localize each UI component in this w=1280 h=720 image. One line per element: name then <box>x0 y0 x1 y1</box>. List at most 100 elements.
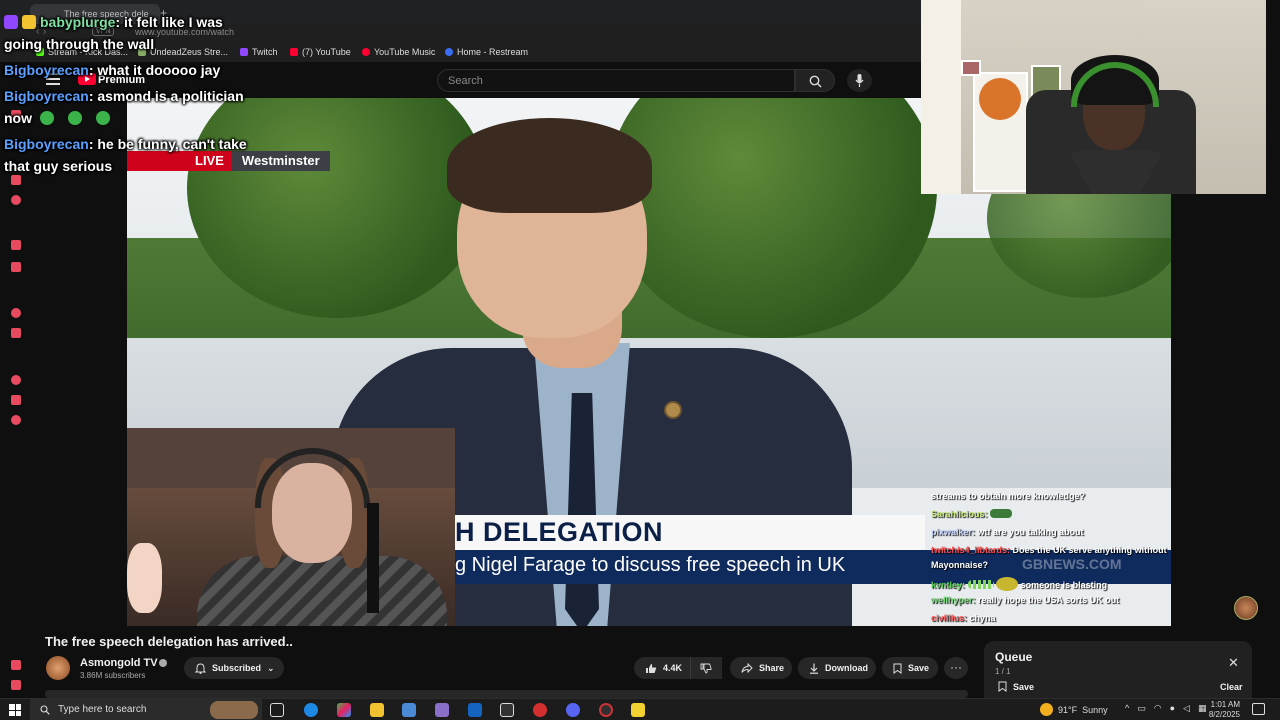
sidebar-icon[interactable] <box>11 395 21 405</box>
dislike-button[interactable] <box>690 657 722 679</box>
weather-widget[interactable]: 91°F Sunny <box>1040 703 1108 716</box>
emote-icon <box>96 111 110 125</box>
sun-icon <box>1040 703 1053 716</box>
verified-icon <box>159 659 167 667</box>
save-button[interactable]: Save <box>882 657 938 679</box>
opera-icon[interactable] <box>533 703 547 717</box>
file-explorer-icon[interactable] <box>370 703 384 717</box>
sidebar-icon[interactable] <box>11 680 21 690</box>
sidebar-icon[interactable] <box>11 375 21 385</box>
chat-message: going through the wall <box>4 36 155 52</box>
copilot-icon[interactable] <box>337 703 351 717</box>
search-highlight-image <box>210 701 258 719</box>
x-app-icon[interactable] <box>500 703 514 717</box>
chat-message: babyplurge: it felt like I was <box>4 11 223 33</box>
clock-time: 1:01 AM <box>1210 700 1240 709</box>
task-view-icon[interactable] <box>270 703 284 717</box>
badge-icon <box>22 15 36 29</box>
pepe-emote-icon <box>990 509 1013 518</box>
chat-message: wellhyper: really hope the USA sorts UK … <box>931 595 1120 605</box>
discord-icon[interactable] <box>566 703 580 717</box>
emote-icon <box>40 111 54 125</box>
edge-icon[interactable] <box>304 703 318 717</box>
network-icon[interactable]: ▭ <box>1137 703 1146 714</box>
sidebar-icon[interactable] <box>11 415 21 425</box>
close-icon[interactable]: ✕ <box>1228 655 1239 671</box>
badge-icon <box>4 15 18 29</box>
outlook-icon[interactable] <box>468 703 482 717</box>
sidebar-icon[interactable] <box>11 328 21 338</box>
channel-name[interactable]: Asmongold TV <box>80 657 158 669</box>
chat-message: Bigboyrecan: he be funny, can't take <box>4 136 247 152</box>
chat-message: twitchis4_libtards: Does the UK serve an… <box>931 545 1167 555</box>
emote-icon <box>68 111 82 125</box>
chat-message: kvntley: someone is blasting <box>931 577 1107 591</box>
news-headline: H DELEGATION <box>455 515 925 550</box>
share-button[interactable]: Share <box>730 657 792 679</box>
queue-save-button[interactable]: Save <box>998 681 1034 692</box>
chat-message: now <box>4 107 110 129</box>
notification-icon[interactable] <box>1252 703 1265 715</box>
poster-art <box>979 78 1021 120</box>
screen: The free speech dele + ‹ › VPN www.youtu… <box>0 0 1280 720</box>
queue-count: 1 / 1 <box>995 667 1011 676</box>
clock[interactable]: 1:01 AM 8/2/2025 <box>1200 700 1240 720</box>
chevron-down-icon: ⌄ <box>267 662 275 673</box>
chat-message: streams to obtain more knowledge? <box>931 491 1086 501</box>
asmongold-webcam <box>127 428 455 626</box>
sticky-notes-icon[interactable] <box>631 703 645 717</box>
bell-icon <box>195 662 206 674</box>
search-input[interactable]: Search <box>437 69 795 92</box>
streamer-webcam <box>921 0 1266 194</box>
queue-clear-button[interactable]: Clear <box>1220 682 1243 692</box>
sidebar-icon[interactable] <box>11 262 21 272</box>
download-icon <box>810 663 818 674</box>
bookmark-restream[interactable]: Home - Restream <box>445 47 528 57</box>
channel-watermark: GBNEWS.COM <box>1022 556 1122 572</box>
voice-search-button[interactable] <box>847 69 872 92</box>
channel-avatar[interactable] <box>46 656 70 680</box>
channel-avatar-watermark[interactable] <box>1234 596 1258 620</box>
bookmark-youtube[interactable]: (7) YouTube <box>290 47 351 57</box>
bookmark-twitch[interactable]: Twitch <box>240 47 278 57</box>
microphone-arm <box>367 503 379 613</box>
sidebar-icon[interactable] <box>11 308 21 318</box>
sidebar-icon[interactable] <box>11 195 21 205</box>
sidebar-icon[interactable] <box>11 660 21 670</box>
search-icon <box>809 75 822 88</box>
restream-icon <box>445 48 453 56</box>
video-title: The free speech delegation has arrived.. <box>45 634 293 649</box>
chat-message: Bigboyrecan: asmond is a politician <box>4 88 244 104</box>
store-icon[interactable] <box>402 703 416 717</box>
windows-start-icon[interactable] <box>9 704 21 716</box>
speaker-hair <box>447 118 652 213</box>
bookmark-youtube-music[interactable]: YouTube Music <box>362 47 435 57</box>
sidebar-icon[interactable] <box>11 240 21 250</box>
plush-toy <box>127 543 162 613</box>
search-button[interactable] <box>795 69 835 92</box>
webcam-sweater <box>197 556 447 626</box>
wifi-icon[interactable]: ◠ <box>1154 703 1162 714</box>
thumbs-up-icon <box>646 663 657 673</box>
youtube-music-icon <box>362 48 370 56</box>
blob-emote-icon <box>996 577 1019 591</box>
download-button[interactable]: Download <box>798 657 876 679</box>
bookmark-icon <box>893 663 902 674</box>
app-icon[interactable] <box>435 703 449 717</box>
youtube-icon <box>290 48 298 56</box>
description-panel-edge <box>45 690 968 698</box>
chat-message: Bigboyrecan: what it dooooo jay <box>4 62 221 78</box>
windows-taskbar: Type here to search 91°F Sunny ^ ▭ ◠ ● ◁… <box>0 698 1280 720</box>
search-icon <box>40 705 50 715</box>
obs-icon[interactable] <box>599 703 613 717</box>
clock-date: 8/2/2025 <box>1208 710 1240 719</box>
subscribed-button[interactable]: Subscribed ⌄ <box>184 657 284 679</box>
volume-icon[interactable]: ◁ <box>1183 703 1190 714</box>
queue-title: Queue <box>995 650 1033 664</box>
chat-message: that guy serious <box>4 158 113 174</box>
microphone-icon[interactable]: ● <box>1170 703 1175 714</box>
chevron-up-icon[interactable]: ^ <box>1125 703 1129 714</box>
chat-message: civillius: chyna <box>931 613 996 623</box>
thumbs-down-icon <box>700 663 712 673</box>
more-actions-button[interactable]: ··· <box>944 657 968 679</box>
